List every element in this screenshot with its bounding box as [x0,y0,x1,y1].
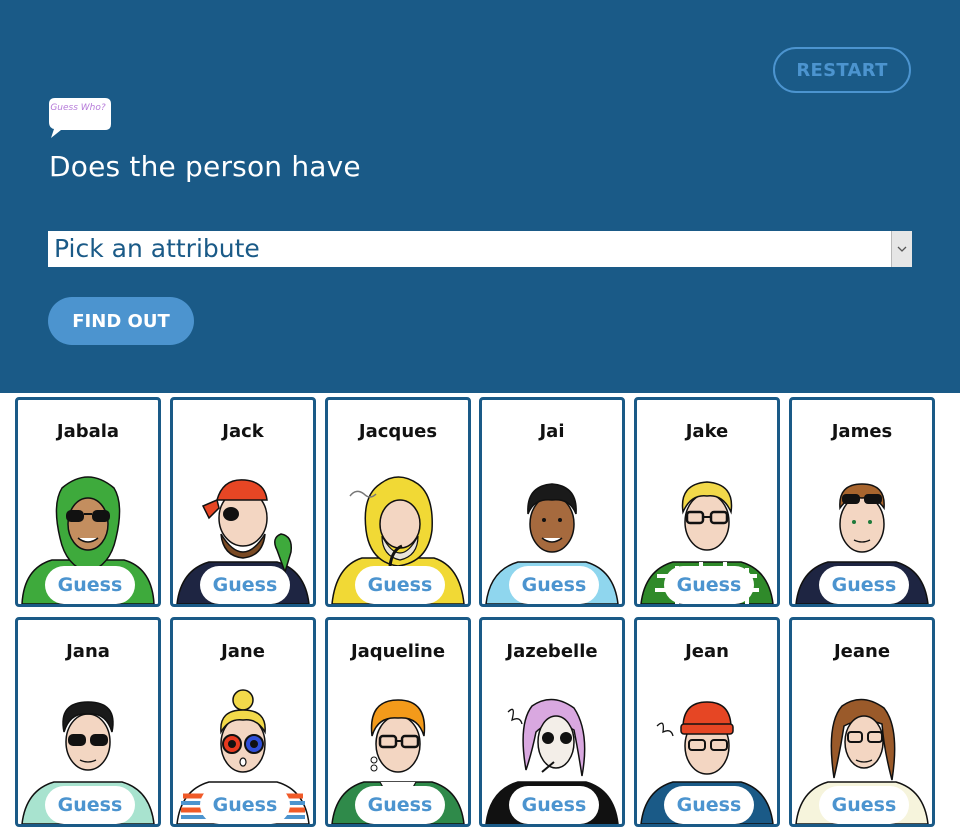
select-value: Pick an attribute [54,234,260,263]
question-text: Does the person have [49,150,361,183]
character-card-jaqueline[interactable]: Jaqueline Guess [325,617,471,827]
character-card-jai[interactable]: Jai Guess [479,397,625,607]
guess-button[interactable]: Guess [355,566,445,604]
guess-button[interactable]: Guess [664,786,754,824]
character-card-jazebelle[interactable]: Jazebelle Guess [479,617,625,827]
character-name: Jane [221,641,265,662]
character-card-jake[interactable]: Jake Guess [634,397,780,607]
character-name: Jana [66,641,110,662]
character-name: Jacques [358,421,438,442]
guess-button[interactable]: Guess [664,566,754,604]
character-name: Jeane [833,641,891,662]
character-name: Jazebelle [506,641,598,662]
character-name: James [831,421,893,442]
character-card-jabala[interactable]: Jabala Guess [15,397,161,607]
guess-button[interactable]: Guess [509,786,599,824]
character-name: Jai [539,421,565,442]
character-name: Jake [685,421,729,442]
guess-button[interactable]: Guess [819,786,909,824]
character-card-jean[interactable]: Jean Guess [634,617,780,827]
character-card-jana[interactable]: Jana Guess [15,617,161,827]
guess-button[interactable]: Guess [200,566,290,604]
character-card-james[interactable]: James Guess [789,397,935,607]
character-card-jacques[interactable]: Jacques Guess [325,397,471,607]
character-card-jane[interactable]: Jane Guess [170,617,316,827]
chevron-down-icon[interactable] [891,231,912,267]
guess-button[interactable]: Guess [45,786,135,824]
character-card-jack[interactable]: Jack Guess [170,397,316,607]
logo-text: Guess Who? [50,103,106,113]
character-card-jeane[interactable]: Jeane Guess [789,617,935,827]
guess-button[interactable]: Guess [45,566,135,604]
guess-who-logo: Guess Who? [47,96,113,140]
restart-button[interactable]: RESTART [773,47,911,93]
character-name: Jaqueline [350,641,446,662]
guess-button[interactable]: Guess [819,566,909,604]
guess-button[interactable]: Guess [509,566,599,604]
character-name: Jean [685,641,729,662]
guess-button[interactable]: Guess [200,786,290,824]
attribute-select[interactable]: Pick an attribute [48,231,912,267]
find-out-button[interactable]: FIND OUT [48,297,194,345]
guess-button[interactable]: Guess [355,786,445,824]
character-name: Jack [222,421,264,442]
top-panel: RESTART Guess Who? Does the person have … [0,0,960,393]
character-name: Jabala [56,421,120,442]
